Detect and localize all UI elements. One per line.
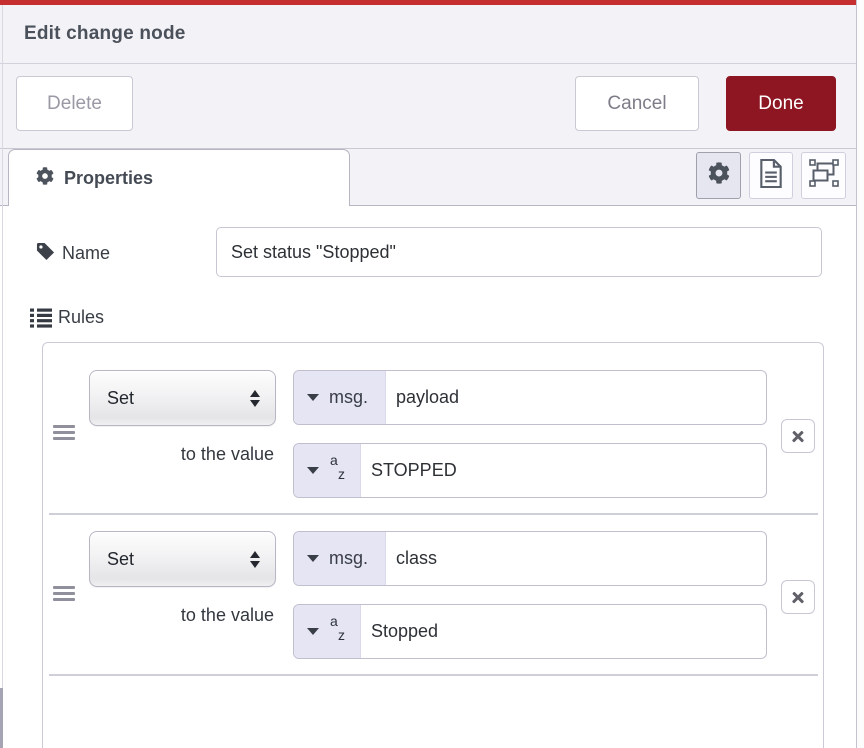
name-input[interactable]: [216, 227, 822, 277]
rule-action-select[interactable]: Set: [89, 531, 276, 587]
dialog-header: Edit change node: [0, 5, 856, 64]
appearance-view-button[interactable]: [801, 152, 846, 199]
appearance-icon: [809, 158, 839, 193]
property-input[interactable]: [386, 371, 766, 424]
drag-handle-icon[interactable]: [53, 425, 75, 441]
edit-change-node-dialog: Edit change node Delete Cancel Done Prop…: [0, 0, 857, 748]
chevron-down-icon: [307, 467, 319, 474]
tag-icon: [36, 242, 55, 266]
property-type-label: msg.: [329, 548, 368, 569]
remove-rule-button[interactable]: [781, 419, 815, 453]
value-type-button[interactable]: az: [294, 605, 361, 658]
value-typed-input: az: [293, 443, 767, 498]
gear-icon: [708, 162, 730, 189]
rules-label: Rules: [58, 307, 104, 328]
tab-properties-label: Properties: [64, 168, 153, 189]
close-icon: [790, 589, 806, 605]
value-input[interactable]: [361, 605, 766, 658]
tray-left-border: [2, 5, 3, 748]
string-type-icon: az: [329, 454, 349, 488]
value-input[interactable]: [361, 444, 766, 497]
property-typed-input: msg.: [293, 531, 767, 586]
rule-row: Set msg. to the value a: [43, 343, 823, 513]
chevron-down-icon: [307, 555, 319, 562]
property-typed-input: msg.: [293, 370, 767, 425]
property-type-label: msg.: [329, 387, 368, 408]
document-icon: [759, 159, 783, 193]
rule-action-select[interactable]: Set: [89, 370, 276, 426]
remove-rule-button[interactable]: [781, 580, 815, 614]
property-type-button[interactable]: msg.: [294, 532, 386, 585]
chevron-down-icon: [307, 628, 319, 635]
to-the-value-label: to the value: [101, 602, 274, 628]
dialog-action-bar: Delete Cancel Done: [0, 64, 856, 149]
tab-properties[interactable]: Properties: [8, 149, 350, 207]
drag-handle-icon[interactable]: [53, 586, 75, 602]
name-label: Name: [62, 243, 110, 264]
cancel-button[interactable]: Cancel: [575, 76, 699, 131]
rule-action-value: Set: [107, 388, 134, 409]
list-icon: [30, 308, 52, 333]
dialog-title: Edit change node: [24, 23, 186, 45]
rule-action-value: Set: [107, 549, 134, 570]
rules-list: Set msg. to the value a: [42, 342, 824, 748]
delete-button[interactable]: Delete: [16, 76, 133, 131]
string-type-icon: az: [329, 615, 349, 649]
to-the-value-label: to the value: [101, 441, 274, 467]
chevron-down-icon: [307, 394, 319, 401]
description-view-button[interactable]: [749, 152, 793, 199]
property-type-button[interactable]: msg.: [294, 371, 386, 424]
value-typed-input: az: [293, 604, 767, 659]
rule-divider: [49, 674, 818, 676]
done-button[interactable]: Done: [726, 76, 836, 131]
node-red-edit-tray: Edit change node Delete Cancel Done Prop…: [0, 0, 864, 748]
value-type-button[interactable]: az: [294, 444, 361, 497]
properties-form: Name Rules Set: [0, 206, 856, 748]
close-icon: [790, 428, 806, 444]
property-input[interactable]: [386, 532, 766, 585]
select-arrows-icon: [250, 551, 260, 568]
gear-icon: [36, 167, 54, 190]
rule-row: Set msg. to the value a: [43, 504, 823, 674]
tray-resize-handle[interactable]: [0, 688, 3, 748]
editor-tab-bar: Properties: [0, 149, 856, 206]
properties-view-button[interactable]: [696, 152, 741, 199]
select-arrows-icon: [250, 390, 260, 407]
